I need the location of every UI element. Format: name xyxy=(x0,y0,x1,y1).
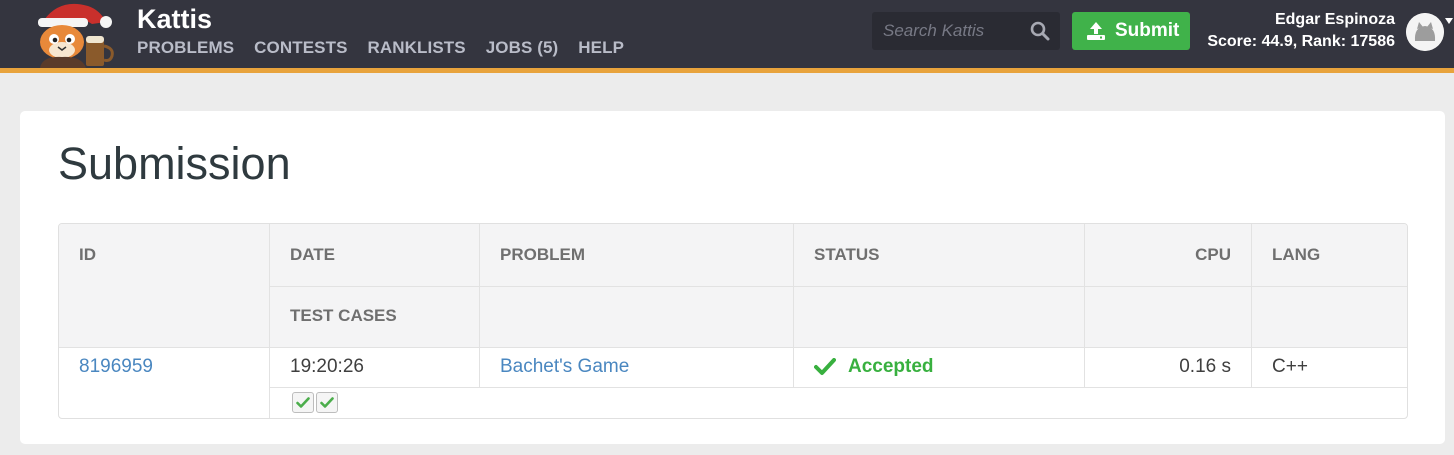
header-lang: LANG xyxy=(1272,245,1321,264)
search-input[interactable] xyxy=(872,12,1022,50)
col-divider xyxy=(793,224,794,387)
nav-contests[interactable]: CONTESTS xyxy=(254,38,347,58)
nav-ranklists[interactable]: RANKLISTS xyxy=(368,38,466,58)
submit-button[interactable]: Submit xyxy=(1072,12,1190,50)
status-label: Accepted xyxy=(848,356,934,377)
check-icon xyxy=(814,358,836,375)
language: C++ xyxy=(1272,356,1308,377)
status-badge: Accepted xyxy=(814,356,934,378)
user-name[interactable]: Edgar Espinoza xyxy=(1275,11,1395,29)
row-divider xyxy=(269,286,1407,287)
check-icon xyxy=(320,396,334,408)
col-divider xyxy=(479,224,480,387)
user-score: Score: 44.9, Rank: 17586 xyxy=(1207,33,1395,50)
row-divider xyxy=(269,387,1407,388)
header-id: ID xyxy=(79,245,96,264)
submission-id-link[interactable]: 8196959 xyxy=(79,356,153,378)
row-divider xyxy=(59,347,1407,348)
problem-link[interactable]: Bachet's Game xyxy=(500,356,629,378)
submission-date: 19:20:26 xyxy=(290,356,364,377)
page-title: Submission xyxy=(58,138,291,189)
main-nav: PROBLEMS CONTESTS RANKLISTS JOBS (5) HEL… xyxy=(137,38,644,58)
test-case-1[interactable] xyxy=(292,392,314,413)
header-problem: PROBLEM xyxy=(500,245,585,264)
user-avatar-icon xyxy=(1406,13,1444,51)
chevron-down-icon[interactable] xyxy=(1444,17,1454,25)
search-icon[interactable] xyxy=(1030,21,1050,41)
cpu-time: 0.16 s xyxy=(1179,356,1231,377)
search-box xyxy=(872,12,1060,50)
top-navbar: Kattis PROBLEMS CONTESTS RANKLISTS JOBS … xyxy=(0,0,1454,68)
brand-name[interactable]: Kattis xyxy=(137,4,212,35)
upload-icon xyxy=(1087,22,1105,40)
header-status: STATUS xyxy=(814,245,880,264)
col-divider xyxy=(1251,224,1252,387)
test-case-2[interactable] xyxy=(316,392,338,413)
header-test-cases: TEST CASES xyxy=(290,306,397,325)
submission-table: ID DATE PROBLEM STATUS CPU LANG TEST CAS… xyxy=(58,223,1408,419)
kattis-logo[interactable] xyxy=(22,0,120,68)
nav-problems[interactable]: PROBLEMS xyxy=(137,38,234,58)
col-divider xyxy=(1084,224,1085,387)
submission-card: Submission ID DATE PROBLEM STATUS CPU LA… xyxy=(20,111,1445,444)
nav-jobs[interactable]: JOBS (5) xyxy=(486,38,559,58)
col-divider xyxy=(269,224,270,418)
header-cpu: CPU xyxy=(1195,245,1231,264)
submit-label: Submit xyxy=(1115,20,1180,41)
check-icon xyxy=(296,396,310,408)
avatar[interactable] xyxy=(1406,13,1444,51)
nav-help[interactable]: HELP xyxy=(578,38,624,58)
header-date: DATE xyxy=(290,245,336,264)
header-accent-stripe xyxy=(0,68,1454,73)
